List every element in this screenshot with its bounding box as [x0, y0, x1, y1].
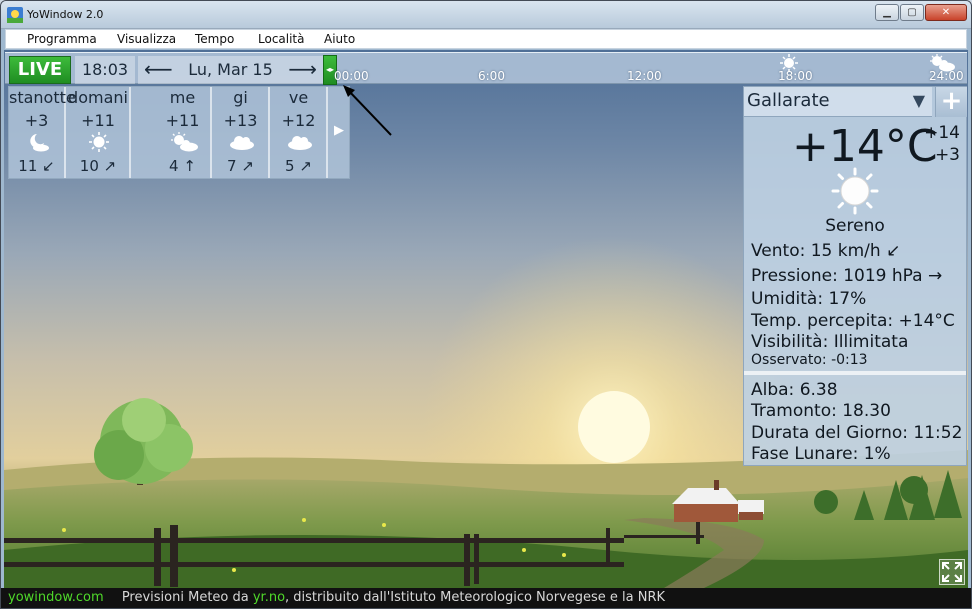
forecast-day-me[interactable]: me +11 4 ↑: [155, 87, 212, 178]
observed-info: Osservato: -0:13: [751, 352, 868, 368]
forecast-day-domani[interactable]: domani +11 10 ↗: [67, 87, 131, 178]
close-button[interactable]: ✕: [925, 4, 967, 21]
cloud-icon: [288, 136, 312, 150]
live-button[interactable]: LIVE: [9, 56, 71, 84]
current-time: 18:03: [75, 56, 135, 84]
window-title: YoWindow 2.0: [27, 8, 104, 21]
forecast-day-name: me: [169, 88, 196, 107]
cloud-icon: [230, 136, 254, 150]
forecast-day-temp: +3: [24, 111, 49, 130]
partly-cloudy-icon: [930, 54, 955, 72]
forecast-day-temp: +12: [281, 111, 316, 130]
yowindow-app-icon: [7, 7, 23, 23]
title-bar: YoWindow 2.0 ▁ ▢ ✕: [1, 1, 971, 29]
minimize-button[interactable]: ▁: [875, 4, 899, 21]
current-conditions-panel: Gallarate ▼ + +14°C +14 +3 Sereno Vento:…: [743, 86, 967, 466]
panel-divider: [744, 371, 966, 375]
partly-cloudy-icon: [171, 132, 198, 152]
timeline-tick: 12:00: [627, 69, 662, 83]
add-location-button[interactable]: +: [935, 87, 967, 117]
forecast-day-ve[interactable]: ve +12 5 ↗: [271, 87, 328, 178]
forecast-day-name: domani: [68, 88, 128, 107]
sun-icon: [831, 167, 879, 215]
forecast-day-name: stanotte: [9, 88, 76, 107]
menu-localita[interactable]: Località: [258, 32, 305, 46]
forecast-day-wind: 7 ↗: [227, 157, 254, 175]
forecast-day-stanotte[interactable]: stanotte +3 11 ↙: [9, 87, 76, 178]
forecast-day-wind: 11 ↙: [18, 157, 55, 175]
moon-cloud-icon: [30, 134, 49, 152]
next-day-arrow-icon[interactable]: ⟶: [288, 56, 317, 82]
sun-icon: [780, 54, 798, 72]
timeline-bar: LIVE 18:03 Lu, Mar 15 ⟵ ⟶ ◂▸ 00:00 6:00 …: [5, 52, 967, 85]
timeline-tick: 6:00: [478, 69, 505, 83]
footer-bar: yowindow.com Previsioni Meteo da yr.no, …: [1, 588, 971, 608]
sunrise-info: Alba: 6.38: [751, 380, 838, 400]
current-temperature: +14°C: [792, 121, 938, 172]
temperature-high: +14: [924, 123, 960, 143]
pressure-info: Pressione: 1019 hPa →: [751, 266, 943, 286]
provider-link[interactable]: yr.no: [253, 590, 285, 605]
condition-label: Sereno: [825, 216, 885, 236]
menu-aiuto[interactable]: Aiuto: [324, 32, 355, 46]
timeline-tick: 00:00: [334, 69, 369, 83]
forecast-day-temp: +11: [165, 111, 200, 130]
forecast-day-temp: +11: [81, 111, 115, 130]
yowindow-link[interactable]: yowindow.com: [8, 590, 104, 605]
forecast-strip: stanotte +3 11 ↙ domani +11 10 ↗ me +11: [8, 86, 350, 179]
menu-tempo[interactable]: Tempo: [195, 32, 234, 46]
fullscreen-icon[interactable]: [939, 559, 965, 585]
chevron-down-icon[interactable]: ▼: [913, 91, 925, 110]
forecast-day-temp: +13: [223, 111, 258, 130]
menu-bar: Programma Visualizza Tempo Località Aiut…: [5, 29, 967, 49]
pointer-arrow-annotation: [343, 85, 392, 136]
forecast-day-name: gi: [233, 88, 248, 107]
forecast-day-wind: 4 ↑: [169, 157, 196, 175]
visibility-info: Visibilità: Illimitata: [751, 332, 909, 352]
feels-like-info: Temp. percepita: +14°C: [751, 311, 955, 331]
app-window: YoWindow 2.0 ▁ ▢ ✕ Programma Visualizza …: [0, 0, 972, 609]
date-navigator: Lu, Mar 15 ⟵ ⟶: [138, 56, 323, 84]
menu-programma[interactable]: Programma: [27, 32, 97, 46]
forecast-day-name: ve: [288, 88, 309, 107]
forecast-day-wind: 5 ↗: [285, 157, 312, 175]
maximize-button[interactable]: ▢: [900, 4, 924, 21]
forecast-day-wind: 10 ↗: [79, 157, 117, 175]
footer-text: Previsioni Meteo da: [121, 590, 253, 605]
forecast-day-gi[interactable]: gi +13 7 ↗: [213, 87, 270, 178]
location-name: Gallarate: [747, 90, 830, 111]
day-length-info: Durata del Giorno: 11:52: [751, 423, 963, 443]
location-dropdown[interactable]: Gallarate ▼: [744, 87, 932, 117]
sun-icon: [89, 132, 109, 152]
footer-text-2: , distribuito dall'Istituto Meteorologic…: [285, 590, 666, 605]
moon-phase-info: Fase Lunare: 1%: [751, 444, 891, 464]
previous-day-arrow-icon[interactable]: ⟵: [144, 56, 173, 82]
wind-info: Vento: 15 km/h ↙: [751, 241, 901, 261]
humidity-info: Umidità: 17%: [751, 289, 867, 309]
sunset-info: Tramonto: 18.30: [751, 401, 891, 421]
temperature-low: +3: [934, 145, 960, 165]
menu-visualizza[interactable]: Visualizza: [117, 32, 176, 46]
